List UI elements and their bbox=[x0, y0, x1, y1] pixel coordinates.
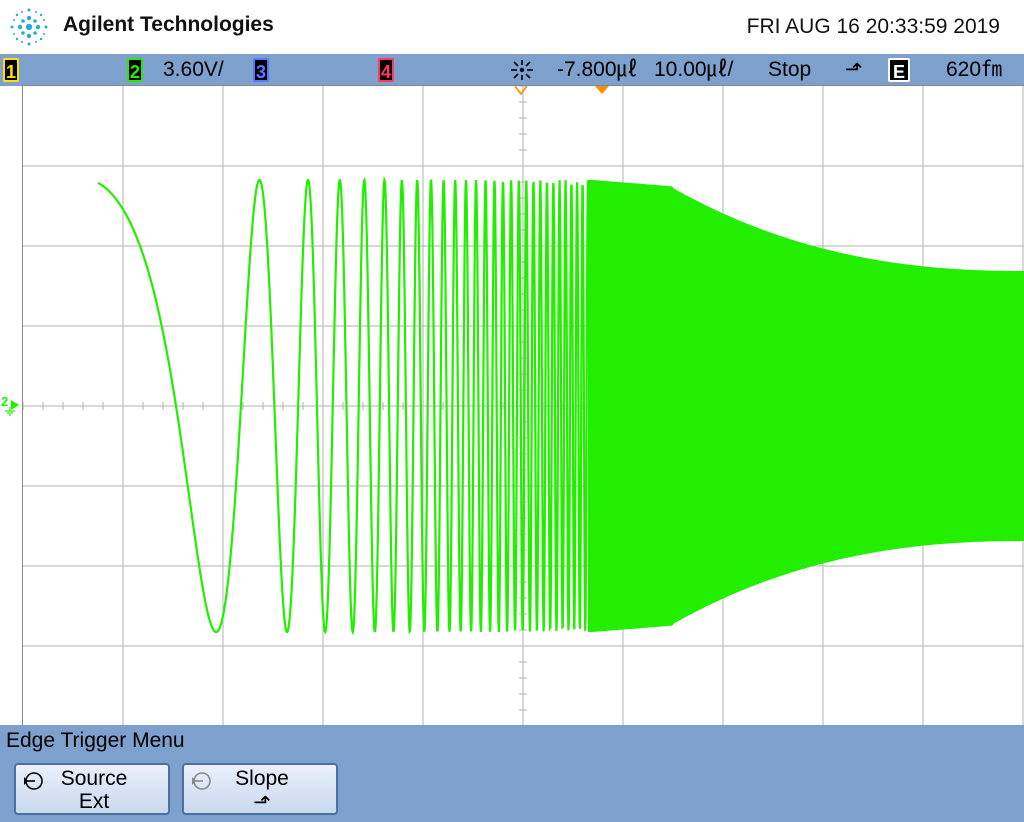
trigger-position-marker-icon bbox=[514, 85, 528, 96]
time-reference-marker-icon bbox=[595, 86, 609, 94]
brand-name: Agilent Technologies bbox=[63, 13, 274, 36]
agilent-logo-icon bbox=[10, 8, 48, 46]
menu-title: Edge Trigger Menu bbox=[6, 729, 185, 752]
top-bar: Agilent Technologies FRI AUG 16 20:33:59… bbox=[0, 0, 1024, 54]
trigger-delay: -7.800㎕ bbox=[557, 58, 638, 81]
channel-2-ground-marker[interactable]: 2 bbox=[0, 394, 22, 418]
trigger-level: 620㎙ bbox=[946, 58, 1003, 81]
softkey-menu: Edge Trigger Menu Source Ext Slope ⬏ bbox=[0, 725, 1024, 822]
ground-icon bbox=[5, 400, 19, 416]
channel-2-indicator[interactable]: 2 bbox=[127, 58, 143, 82]
source-softkey-label: Source bbox=[60, 767, 128, 790]
channel-2-scale: 3.60V/ bbox=[163, 58, 224, 81]
trigger-delay-icon bbox=[511, 60, 533, 80]
channel-2-trace bbox=[97, 176, 1024, 636]
run-state: Stop bbox=[768, 58, 812, 81]
channel-1-indicator[interactable]: 1 bbox=[3, 58, 19, 82]
waveform-display[interactable] bbox=[22, 85, 1024, 726]
source-softkey[interactable]: Source Ext bbox=[14, 763, 170, 815]
status-bar: 1 2 3.60V/ 3 4 -7.800㎕ 10.00㎕/ Stop ⬏ E … bbox=[0, 54, 1024, 86]
timebase-scale: 10.00㎕/ bbox=[654, 58, 734, 81]
slope-softkey-label: Slope bbox=[235, 767, 289, 790]
slope-softkey[interactable]: Slope ⬏ bbox=[182, 763, 338, 815]
source-softkey-value: Ext bbox=[78, 790, 110, 813]
channel-4-indicator[interactable]: 4 bbox=[378, 58, 394, 82]
trigger-source-indicator: E bbox=[888, 58, 910, 82]
trigger-slope-indicator: ⬏ bbox=[845, 58, 863, 81]
channel-3-indicator[interactable]: 3 bbox=[253, 58, 269, 82]
date-time: FRI AUG 16 20:33:59 2019 bbox=[746, 15, 1000, 38]
slope-softkey-value: ⬏ bbox=[253, 791, 271, 814]
